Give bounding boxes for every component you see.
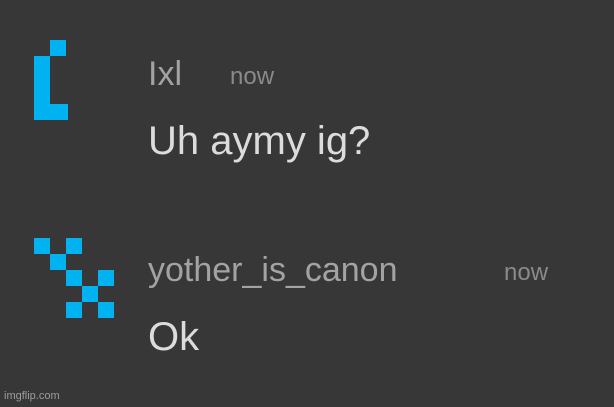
pixel-x-avatar-icon[interactable] [34, 238, 118, 322]
imgflip-watermark: imgflip.com [4, 390, 60, 402]
message-text: Uh aymy ig? [148, 119, 371, 163]
chat-window: Ixl now Uh aymy ig? yother_is_canon now … [0, 0, 614, 407]
message-author[interactable]: yother_is_canon [148, 250, 398, 290]
message-timestamp: now [504, 259, 549, 286]
message-author[interactable]: Ixl [148, 54, 182, 94]
pixel-bracket-avatar-icon[interactable] [34, 40, 84, 124]
message-timestamp: now [230, 63, 275, 90]
message-text: Ok [148, 315, 200, 359]
